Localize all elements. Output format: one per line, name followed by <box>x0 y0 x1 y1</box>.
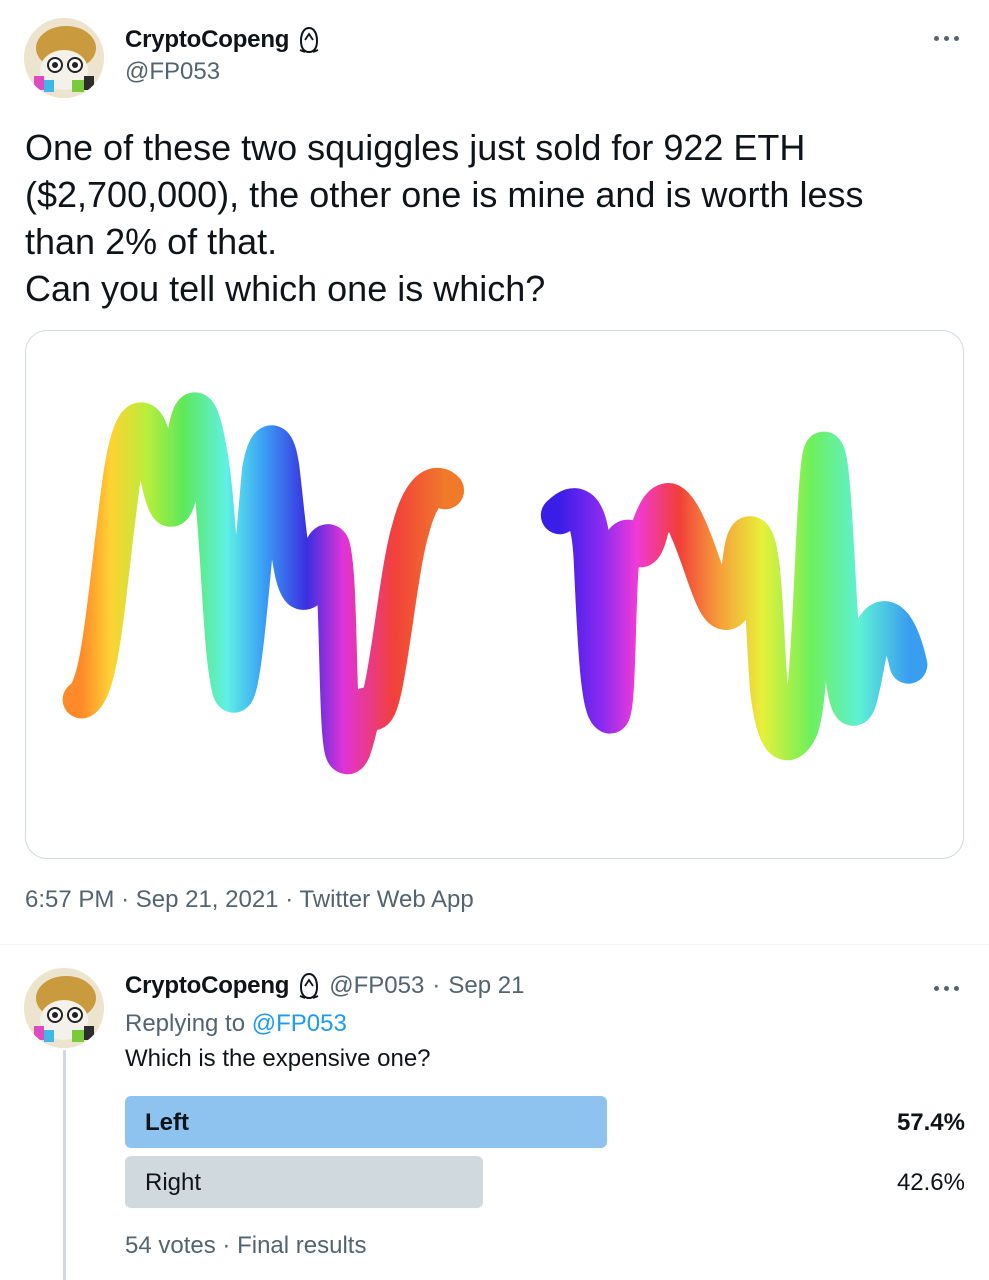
thread-line <box>63 1050 66 1280</box>
poll-votes: 54 votes <box>125 1232 216 1259</box>
reply-avatar[interactable] <box>24 968 104 1048</box>
tweet-text-line: One of these two squiggles just sold for… <box>25 127 806 168</box>
meta-separator: · <box>285 886 294 913</box>
penguin-icon <box>297 26 321 54</box>
poll-bar <box>125 1096 607 1148</box>
more-horizontal-icon[interactable] <box>934 34 966 44</box>
poll-option-right: Right 42.6% <box>125 1156 965 1208</box>
tweet-time[interactable]: 6:57 PM <box>25 886 114 913</box>
poll-option-percent: 57.4% <box>896 1109 965 1136</box>
avatar[interactable] <box>24 18 104 98</box>
reply-author-handle[interactable]: @FP053 <box>329 972 424 1000</box>
tweet-meta: 6:57 PM · Sep 21, 2021 · Twitter Web App <box>25 886 474 914</box>
author-handle[interactable]: @FP053 <box>125 58 220 86</box>
tweet-text: One of these two squiggles just sold for… <box>25 124 965 312</box>
reply-text: Which is the expensive one? <box>125 1045 431 1072</box>
poll-footer: 54 votes · Final results <box>125 1232 366 1260</box>
tweet-date[interactable]: Sep 21, 2021 <box>136 886 279 913</box>
reply-date[interactable]: Sep 21 <box>448 972 524 1000</box>
poll-option-label: Right <box>145 1169 202 1196</box>
reply-author-display-name[interactable]: CryptoCopeng <box>125 972 289 1000</box>
meta-separator: · <box>121 886 130 913</box>
more-horizontal-icon[interactable] <box>934 984 966 994</box>
replying-to-mention[interactable]: @FP053 <box>252 1010 347 1037</box>
reply-header: CryptoCopeng @FP053 · Sep 21 <box>125 972 524 1000</box>
replying-to: Replying to @FP053 <box>125 1010 347 1038</box>
tweet-text-line: ($2,700,000), the other one is mine and … <box>25 174 864 215</box>
tweet-source[interactable]: Twitter Web App <box>299 886 473 913</box>
media-image[interactable] <box>25 330 964 859</box>
poll-status: Final results <box>237 1232 367 1259</box>
author-display-name[interactable]: CryptoCopeng <box>125 26 289 54</box>
tweet-thread: CryptoCopeng @FP053 One of these two squ… <box>0 0 989 1280</box>
poll-option-left: Left 57.4% <box>125 1096 965 1148</box>
poll-option-label: Left <box>145 1109 189 1136</box>
tweet-text-line: Can you tell which one is which? <box>25 268 546 309</box>
tweet-text-line: than 2% of that. <box>25 221 278 262</box>
meta-separator: · <box>222 1232 231 1259</box>
penguin-icon <box>297 972 321 1000</box>
divider <box>0 944 989 945</box>
poll-option-percent: 42.6% <box>896 1169 965 1196</box>
squiggles-image <box>62 392 928 775</box>
meta-separator: · <box>432 972 441 999</box>
replying-to-prefix: Replying to <box>125 1010 246 1037</box>
author-name-row: CryptoCopeng <box>125 26 321 54</box>
